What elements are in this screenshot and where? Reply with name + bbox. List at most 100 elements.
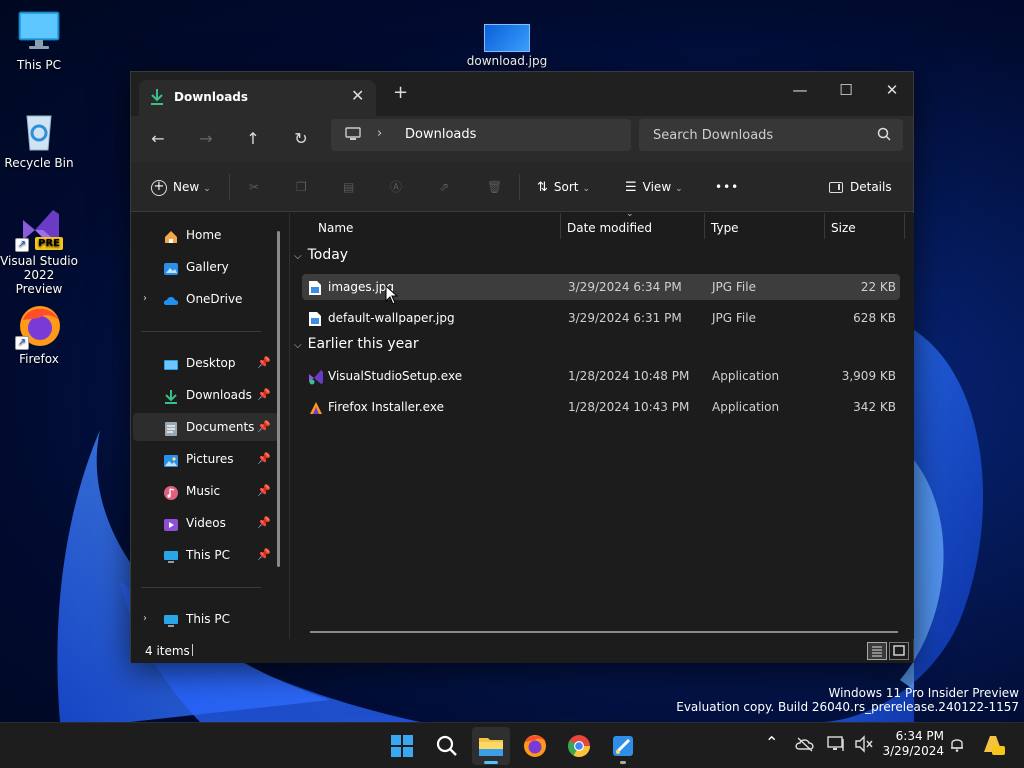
taskbar-clock[interactable]: 6:34 PM 3/29/2024: [882, 729, 944, 759]
command-bar: + New ⌄ ✂ ❐ ▤ Ⓐ ⇗ 🗑 ⇅ Sort ⌄ ☰ View ⌄ ••• Deta…: [131, 162, 913, 212]
monitor-icon: [163, 611, 179, 627]
desktop-dragged-file[interactable]: download.jpg: [466, 22, 548, 68]
evaluation-watermark: Windows 11 Pro Insider Preview Evaluatio…: [676, 686, 1019, 714]
copilot-preview-icon[interactable]: [980, 732, 1006, 762]
sidebar-item-home[interactable]: Home: [133, 221, 279, 249]
column-header-type[interactable]: Type: [711, 213, 739, 243]
desktop-icon-visual-studio[interactable]: PRE ↗ Visual Studio 2022 Preview: [0, 204, 78, 296]
sidebar-item-desktop[interactable]: Desktop 📌: [133, 349, 279, 377]
delete-icon[interactable]: 🗑: [487, 174, 502, 200]
maximize-button[interactable]: ☐: [823, 76, 869, 104]
network-icon[interactable]: [826, 735, 846, 757]
group-label: Earlier this year: [307, 336, 419, 352]
pin-icon[interactable]: 📌: [257, 477, 271, 505]
desktop-icon-recycle-bin[interactable]: Recycle Bin: [0, 106, 78, 170]
column-header-date[interactable]: Date modified: [567, 213, 652, 243]
sidebar-item-gallery[interactable]: Gallery: [133, 253, 279, 281]
column-header-name[interactable]: Name: [318, 213, 353, 243]
rename-icon[interactable]: Ⓐ: [390, 174, 402, 200]
new-tab-button[interactable]: +: [393, 84, 408, 102]
search-input[interactable]: [639, 119, 869, 151]
taskbar-file-explorer[interactable]: [472, 727, 510, 765]
horizontal-scrollbar[interactable]: [310, 631, 898, 633]
taskbar: ⌃ 6:34 PM 3/29/2024: [0, 722, 1024, 768]
file-type: Application: [712, 400, 780, 414]
column-separator[interactable]: [704, 213, 705, 239]
chevron-down-icon: ⌄: [675, 184, 683, 194]
chevron-right-icon[interactable]: ›: [143, 605, 147, 633]
desktop-icon-firefox[interactable]: ↗ Firefox: [0, 302, 78, 366]
taskbar-chrome[interactable]: [560, 727, 598, 765]
breadcrumb-separator[interactable]: ›: [377, 126, 382, 141]
sidebar-item-this-pc[interactable]: › This PC: [133, 605, 279, 633]
chevron-right-icon[interactable]: ›: [143, 285, 147, 313]
group-header-earlier-this-year[interactable]: ⌵ Earlier this year: [294, 336, 419, 352]
sidebar-item-music[interactable]: Music 📌: [133, 477, 279, 505]
taskbar-paint[interactable]: [604, 727, 642, 765]
pin-icon[interactable]: 📌: [257, 509, 271, 537]
details-pane-button[interactable]: Details: [829, 174, 892, 200]
share-icon[interactable]: ⇗: [439, 174, 449, 200]
column-header-size[interactable]: Size: [831, 213, 856, 243]
sidebar-item-this-pc-pinned[interactable]: This PC 📌: [133, 541, 279, 569]
desktop-folder-icon: [163, 355, 179, 371]
column-separator[interactable]: [904, 213, 905, 239]
pin-icon[interactable]: 📌: [257, 349, 271, 377]
more-options-button[interactable]: •••: [715, 174, 739, 200]
group-header-today[interactable]: ⌵ Today: [294, 247, 348, 263]
taskbar-search-button[interactable]: [428, 727, 466, 765]
address-path[interactable]: › Downloads: [331, 119, 631, 151]
volume-muted-icon[interactable]: [854, 735, 874, 757]
desktop-icon-this-pc[interactable]: This PC: [0, 8, 78, 72]
active-app-indicator: [484, 761, 498, 764]
sidebar-item-videos[interactable]: Videos 📌: [133, 509, 279, 537]
sort-button[interactable]: ⇅ Sort ⌄: [537, 174, 590, 200]
sidebar-item-documents[interactable]: Documents 📌: [133, 413, 279, 441]
minimize-button[interactable]: —: [777, 76, 823, 104]
sidebar-divider: [141, 587, 261, 588]
up-button[interactable]: ↑: [238, 126, 268, 152]
new-button[interactable]: + New ⌄: [151, 174, 211, 200]
search-icon[interactable]: [877, 127, 891, 144]
watermark-line: Windows 11 Pro Insider Preview: [828, 686, 1019, 700]
show-hidden-icons-chevron[interactable]: ⌃: [765, 733, 778, 752]
start-button[interactable]: [383, 727, 421, 765]
cut-icon[interactable]: ✂: [249, 174, 259, 200]
details-view-button[interactable]: [867, 642, 887, 660]
notification-bell-icon[interactable]: [948, 735, 966, 757]
sidebar-item-pictures[interactable]: Pictures 📌: [133, 445, 279, 473]
sidebar-scrollbar[interactable]: [277, 231, 280, 567]
view-list-icon: ☰: [625, 180, 637, 195]
tiles-view-button[interactable]: [889, 642, 909, 660]
copy-icon[interactable]: ❐: [296, 174, 307, 200]
tab-downloads[interactable]: Downloads ✕: [139, 80, 376, 116]
pin-icon[interactable]: 📌: [257, 445, 271, 473]
breadcrumb-downloads[interactable]: Downloads: [405, 127, 476, 142]
taskbar-firefox[interactable]: [516, 727, 554, 765]
back-button[interactable]: ←: [143, 126, 173, 152]
sidebar-item-downloads[interactable]: Downloads 📌: [133, 381, 279, 409]
file-row[interactable]: Firefox Installer.exe 1/28/2024 10:43 PM…: [302, 394, 900, 420]
pin-icon[interactable]: 📌: [257, 541, 271, 569]
sidebar-item-onedrive[interactable]: › OneDrive: [133, 285, 279, 313]
sidebar-item-label: This PC: [186, 612, 230, 626]
search-box[interactable]: [639, 119, 903, 151]
file-row[interactable]: default-wallpaper.jpg 3/29/2024 6:31 PM …: [302, 305, 900, 331]
file-date: 1/28/2024 10:48 PM: [568, 369, 690, 383]
column-separator[interactable]: [560, 213, 561, 239]
column-separator[interactable]: [824, 213, 825, 239]
pin-icon[interactable]: 📌: [257, 381, 271, 409]
view-button[interactable]: ☰ View ⌄: [625, 174, 683, 200]
pin-icon[interactable]: 📌: [257, 413, 271, 441]
onedrive-offline-icon[interactable]: [795, 736, 815, 756]
desktop-icon-label: Recycle Bin: [4, 156, 74, 170]
file-row[interactable]: VisualStudioSetup.exe 1/28/2024 10:48 PM…: [302, 363, 900, 389]
close-button[interactable]: ✕: [869, 76, 915, 104]
tab-close-icon[interactable]: ✕: [351, 86, 364, 105]
forward-button[interactable]: →: [191, 126, 221, 152]
refresh-button[interactable]: ↻: [286, 126, 316, 152]
paste-icon[interactable]: ▤: [343, 174, 354, 200]
file-type: JPG File: [712, 311, 756, 325]
sidebar-item-label: Pictures: [186, 452, 234, 466]
details-button-label: Details: [850, 180, 892, 194]
